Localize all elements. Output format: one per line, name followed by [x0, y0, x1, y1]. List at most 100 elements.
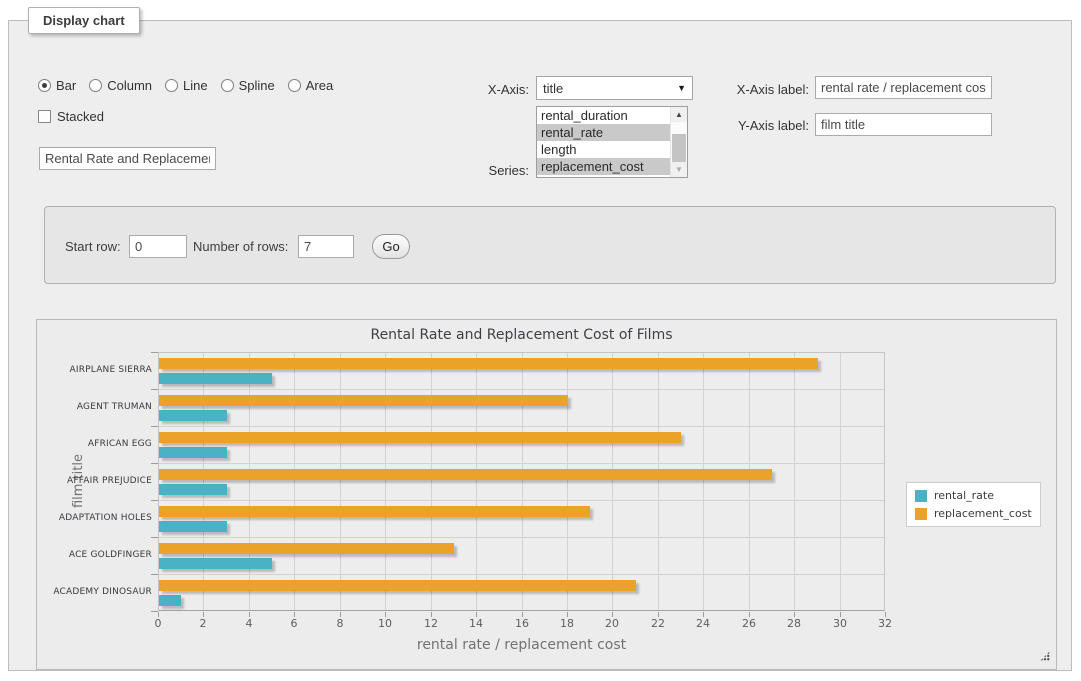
radio-icon[interactable]	[38, 79, 51, 92]
gridline-horizontal	[159, 574, 884, 575]
gridline-vertical	[794, 353, 795, 610]
legend-row: rental_rate	[915, 489, 1032, 502]
chevron-down-icon: ▼	[677, 83, 686, 93]
gridline-vertical	[612, 353, 613, 610]
category-label: AGENT TRUMAN	[37, 389, 152, 426]
category-label: AIRPLANE SIERRA	[37, 352, 152, 389]
radio-icon[interactable]	[89, 79, 102, 92]
bar-replacement_cost	[159, 580, 636, 591]
number-of-rows-input[interactable]	[298, 235, 354, 258]
x-tick-label: 6	[277, 617, 311, 630]
bar-replacement_cost	[159, 358, 818, 369]
series-listbox[interactable]: rental_durationrental_ratelengthreplacem…	[536, 106, 688, 178]
gridline-vertical	[703, 353, 704, 610]
series-option-length[interactable]: length	[537, 141, 670, 158]
radio-icon[interactable]	[221, 79, 234, 92]
page: Display chart Bar Column Line Spline Area St…	[0, 0, 1081, 681]
legend-label: replacement_cost	[934, 507, 1032, 520]
axis-tick	[151, 500, 158, 501]
gridline-vertical	[522, 353, 523, 610]
bar-replacement_cost	[159, 432, 681, 443]
bar-rental_rate	[159, 484, 227, 495]
stacked-checkbox[interactable]	[38, 110, 51, 123]
scrollbar-thumb[interactable]	[672, 134, 686, 162]
bar-rental_rate	[159, 410, 227, 421]
x-tick-label: 10	[368, 617, 402, 630]
chart-legend: rental_rate replacement_cost	[906, 482, 1041, 527]
bar-replacement_cost	[159, 543, 454, 554]
x-tick-label: 0	[141, 617, 175, 630]
axis-tick	[151, 574, 158, 575]
radio-label: Bar	[56, 78, 76, 93]
scroll-up-icon[interactable]: ▲	[671, 107, 687, 122]
display-chart-panel: BarColumnLineSplineArea Stacked X-Axis: …	[8, 20, 1072, 671]
series-option-rental_rate[interactable]: rental_rate	[537, 124, 670, 141]
gridline-horizontal	[159, 389, 884, 390]
axis-tick	[151, 426, 158, 427]
x-tick-label: 8	[323, 617, 357, 630]
gridline-horizontal	[159, 500, 884, 501]
bar-rental_rate	[159, 521, 227, 532]
category-label: ACADEMY DINOSAUR	[37, 574, 152, 611]
x-tick-label: 32	[868, 617, 902, 630]
x-tick-label: 20	[595, 617, 629, 630]
bar-rental_rate	[159, 595, 181, 606]
gridline-vertical	[840, 353, 841, 610]
x-tick-label: 30	[823, 617, 857, 630]
series-option-replacement_cost[interactable]: replacement_cost	[537, 158, 670, 175]
bar-rental_rate	[159, 373, 272, 384]
resize-handle-icon[interactable]	[1040, 651, 1050, 661]
category-label: ACE GOLDFINGER	[37, 537, 152, 574]
chart-title-input[interactable]	[39, 147, 216, 170]
chart-title: Rental Rate and Replacement Cost of Film…	[158, 327, 885, 343]
radio-line[interactable]: Line	[165, 78, 208, 93]
y-axis-label-input[interactable]	[815, 113, 992, 136]
x-tick-label: 24	[686, 617, 720, 630]
start-row-label: Start row:	[65, 239, 121, 254]
stacked-label: Stacked	[57, 109, 104, 124]
radio-bar[interactable]: Bar	[38, 78, 76, 93]
radio-icon[interactable]	[165, 79, 178, 92]
gridline-vertical	[340, 353, 341, 610]
category-label: AFRICAN EGG	[37, 426, 152, 463]
radio-area[interactable]: Area	[288, 78, 333, 93]
gridline-vertical	[249, 353, 250, 610]
axis-tick	[151, 611, 158, 612]
legend-swatch	[915, 490, 927, 502]
chart-area: Rental Rate and Replacement Cost of Film…	[36, 319, 1057, 670]
gridline-vertical	[476, 353, 477, 610]
go-button[interactable]: Go	[372, 234, 410, 259]
axis-tick	[151, 537, 158, 538]
listbox-scrollbar[interactable]: ▲ ▼	[670, 107, 687, 177]
radio-icon[interactable]	[288, 79, 301, 92]
radio-spline[interactable]: Spline	[221, 78, 275, 93]
x-tick-label: 2	[186, 617, 220, 630]
panel-title: Display chart	[28, 7, 140, 34]
x-axis-label-input[interactable]	[815, 76, 992, 99]
radio-column[interactable]: Column	[89, 78, 152, 93]
series-option-rental_duration[interactable]: rental_duration	[537, 107, 670, 124]
x-axis-select[interactable]: title ▼	[536, 76, 693, 100]
legend-row: replacement_cost	[915, 507, 1032, 520]
series-field-label: Series:	[439, 163, 529, 178]
x-tick-label: 22	[641, 617, 675, 630]
gridline-vertical	[385, 353, 386, 610]
stacked-option[interactable]: Stacked	[38, 109, 104, 124]
x-tick-label: 18	[550, 617, 584, 630]
bar-replacement_cost	[159, 506, 590, 517]
bar-rental_rate	[159, 558, 272, 569]
bar-replacement_cost	[159, 469, 772, 480]
legend-swatch	[915, 508, 927, 520]
number-of-rows-label: Number of rows:	[193, 239, 288, 254]
x-tick-label: 12	[414, 617, 448, 630]
row-range-box: Start row: Number of rows: Go	[44, 206, 1056, 284]
bar-rental_rate	[159, 447, 227, 458]
gridline-vertical	[749, 353, 750, 610]
legend-label: rental_rate	[934, 489, 994, 502]
start-row-input[interactable]	[129, 235, 187, 258]
gridline-vertical	[203, 353, 204, 610]
gridline-horizontal	[159, 463, 884, 464]
scroll-down-icon[interactable]: ▼	[671, 162, 687, 177]
bar-replacement_cost	[159, 395, 568, 406]
gridline-vertical	[294, 353, 295, 610]
